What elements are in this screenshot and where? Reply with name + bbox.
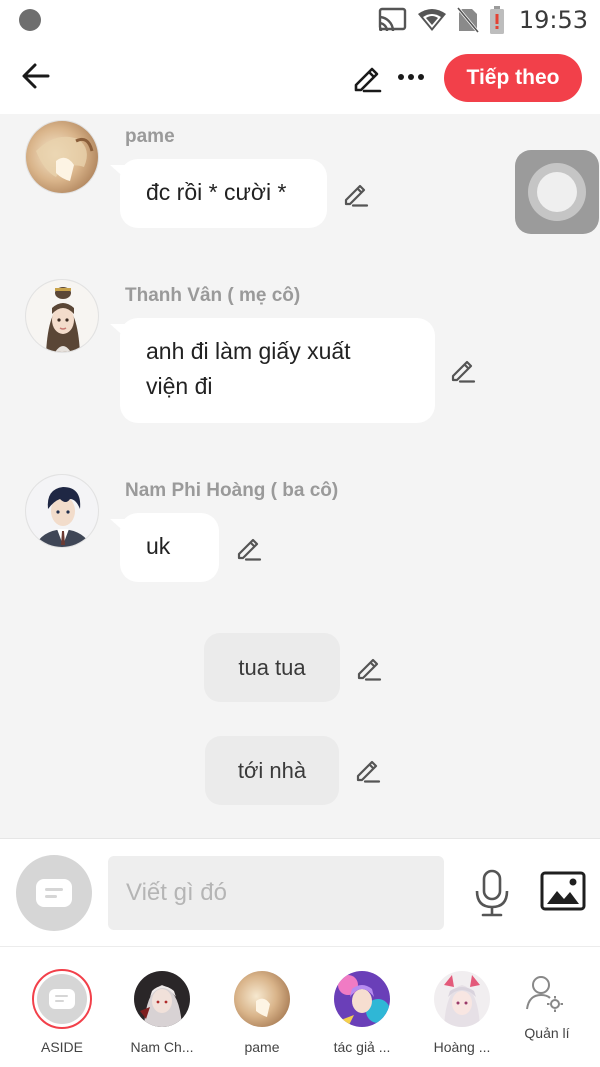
tab-manage[interactable]: Quản lí xyxy=(497,967,597,1061)
narration-bubble[interactable]: tua tua xyxy=(204,633,340,702)
edit-message-button[interactable] xyxy=(342,180,370,208)
edit-message-button[interactable] xyxy=(449,356,477,384)
no-sim-icon xyxy=(456,7,479,33)
wifi-icon xyxy=(417,9,446,31)
character-tabs: ASIDE Nam Ch... pame tác giả ... Hoàng .… xyxy=(0,946,600,1067)
edit-message-button[interactable] xyxy=(235,534,263,562)
status-bar: 19:53 xyxy=(0,0,600,40)
edit-narration-button[interactable] xyxy=(355,654,383,682)
character-avatar xyxy=(134,971,190,1027)
pencil-icon xyxy=(354,67,382,93)
microphone-icon xyxy=(475,869,509,917)
user-settings-icon xyxy=(526,976,563,1012)
chat-bubble-icon xyxy=(36,879,72,907)
assistive-touch-icon xyxy=(528,163,586,221)
message-bubble[interactable]: anh đi làm giấy xuất viện đi xyxy=(110,318,435,423)
narration-bubble[interactable]: tới nhà xyxy=(205,736,339,805)
message-sender: pame xyxy=(125,126,175,147)
message-input[interactable] xyxy=(108,856,444,930)
chat-area[interactable]: pame đc rồi * cười * Thanh Vân ( mẹ cô) … xyxy=(0,114,600,838)
message-bubble[interactable]: uk xyxy=(110,513,219,582)
tab-label: Nam Ch... xyxy=(130,1039,194,1055)
back-button[interactable] xyxy=(18,58,54,94)
image-icon xyxy=(540,871,586,911)
cast-icon xyxy=(378,7,407,32)
notification-dot-icon xyxy=(19,9,41,31)
assistive-touch-button[interactable] xyxy=(515,150,599,234)
pencil-icon xyxy=(357,658,382,681)
tab-character[interactable]: Nam Ch... xyxy=(112,967,212,1061)
tab-label: ASIDE xyxy=(40,1039,83,1055)
chat-header: Tiếp theo xyxy=(0,40,600,114)
image-button[interactable] xyxy=(540,871,586,913)
tab-character[interactable]: pame xyxy=(212,967,312,1061)
arrow-left-icon xyxy=(22,63,50,89)
next-button[interactable]: Tiếp theo xyxy=(444,54,582,102)
battery-alert-icon xyxy=(489,6,504,34)
status-time: 19:53 xyxy=(518,6,588,34)
voice-button[interactable] xyxy=(472,869,512,917)
character-avatar xyxy=(334,971,390,1027)
tab-label: tác giả ... xyxy=(333,1039,391,1055)
nam-phi-hoang-avatar[interactable] xyxy=(25,474,99,548)
status-icons: 19:53 xyxy=(377,4,588,36)
message-sender: Thanh Vân ( mẹ cô) xyxy=(125,285,301,306)
message-bubble[interactable]: đc rồi * cười * xyxy=(110,159,327,228)
pencil-icon xyxy=(237,538,262,561)
tab-label: pame xyxy=(244,1039,280,1055)
edit-narration-button[interactable] xyxy=(354,756,382,784)
pencil-icon xyxy=(356,760,381,783)
tab-aside[interactable]: ASIDE xyxy=(12,967,112,1061)
chat-bubble-icon xyxy=(49,989,75,1009)
edit-button[interactable] xyxy=(350,60,384,94)
pame-avatar[interactable] xyxy=(25,120,99,194)
pencil-icon xyxy=(344,184,369,207)
pencil-icon xyxy=(451,360,476,383)
chat-type-button[interactable] xyxy=(16,855,92,931)
more-button[interactable] xyxy=(396,62,426,92)
thanh-van-avatar[interactable] xyxy=(25,279,99,353)
message-sender: Nam Phi Hoàng ( ba cô) xyxy=(125,480,339,501)
character-avatar xyxy=(234,971,290,1027)
more-horizontal-icon xyxy=(398,74,424,80)
message-composer xyxy=(0,838,600,946)
tab-character[interactable]: tác giả ... xyxy=(312,967,412,1061)
character-avatar xyxy=(434,971,490,1027)
tab-label: Quản lí xyxy=(524,1025,570,1041)
aside-avatar xyxy=(32,969,92,1029)
